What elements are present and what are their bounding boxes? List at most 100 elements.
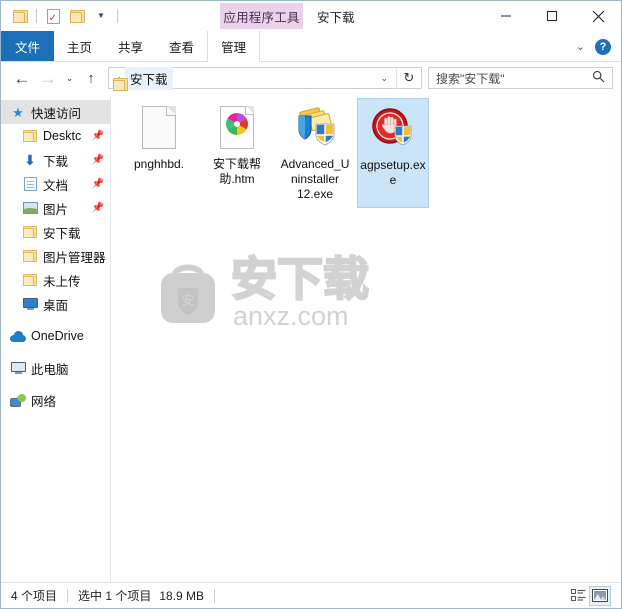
folder-icon (21, 130, 39, 142)
documents-icon (21, 177, 39, 191)
sidebar-item-downloads[interactable]: ⬇ 下载 📌 (1, 148, 110, 172)
sidebar-item-label: 图片管理器 (43, 250, 106, 265)
status-bar: 4 个项目 选中 1 个项目 18.9 MB (1, 582, 621, 608)
sidebar-item-documents[interactable]: 文档 📌 (1, 172, 110, 196)
blank-document-icon (142, 102, 176, 152)
sidebar-item-not-uploaded[interactable]: 未上传 (1, 268, 110, 292)
watermark-domain: anxz.com (233, 301, 349, 331)
pin-icon: 📌 (91, 202, 104, 214)
network-icon (9, 391, 28, 407)
close-icon[interactable] (575, 1, 621, 31)
contextual-tab-group: 应用程序工具 (220, 3, 303, 29)
sidebar-gap-2 (1, 348, 110, 356)
sidebar-item-label: Desktc (43, 129, 82, 143)
up-arrow-icon: ↑ (87, 69, 95, 87)
this-pc-icon (9, 362, 27, 374)
file-item[interactable]: pnghhbd. (123, 98, 195, 208)
item-count: 4 个项目 (11, 589, 58, 603)
properties-icon[interactable]: ✓ (42, 5, 64, 27)
sidebar-item-anxiazai[interactable]: 安下载 (1, 220, 110, 244)
new-folder-icon[interactable] (66, 5, 88, 27)
title-bar: ✓ ▼ 应用程序工具 安下载 (1, 1, 621, 31)
tab-file[interactable]: 文件 (1, 31, 55, 62)
maximize-icon[interactable] (529, 1, 575, 31)
advanced-uninstaller-icon (293, 102, 337, 152)
back-arrow-icon: ← (13, 68, 31, 88)
file-explorer-window: ✓ ▼ 应用程序工具 安下载 文件 主页 共享 查看 管理 ⌄ ? ← → ⌄ … (0, 0, 622, 609)
sidebar-item-desktop-pinned[interactable]: Desktc 📌 (1, 124, 110, 148)
recent-locations-button[interactable]: ⌄ (61, 65, 78, 91)
search-box[interactable]: 搜索"安下载" (428, 67, 613, 89)
tab-view[interactable]: 查看 (156, 31, 207, 62)
sidebar-item-label: OneDrive (31, 329, 84, 343)
selection-count: 选中 1 个项目 (78, 589, 152, 603)
ribbon-tab-bar: 文件 主页 共享 查看 管理 ⌄ ? (1, 31, 621, 62)
watermark-bag-icon: 安 (151, 255, 225, 329)
window-title: 安下载 (317, 10, 355, 25)
agpsetup-icon (371, 103, 415, 153)
pin-icon: 📌 (91, 130, 104, 142)
sidebar-item-onedrive[interactable]: OneDrive (1, 324, 110, 348)
sidebar-gap-1 (1, 316, 110, 324)
sidebar-item-label: 文档 (43, 178, 69, 193)
help-icon[interactable]: ? (595, 38, 611, 55)
contextual-tab-group-label: 应用程序工具 (223, 10, 300, 25)
file-name: pnghhbd. (133, 157, 185, 171)
qat-divider-2 (117, 9, 118, 23)
folder-icon (21, 226, 39, 238)
cloud-icon (9, 330, 27, 342)
minimize-icon[interactable] (483, 1, 529, 31)
large-icons-view-button[interactable] (589, 585, 611, 606)
sidebar-item-label: 网络 (31, 394, 57, 409)
download-icon: ⬇ (24, 152, 36, 168)
sidebar-item-label: 未上传 (43, 274, 81, 289)
address-dropdown-icon[interactable]: ⌄ (372, 73, 396, 84)
up-button[interactable]: ↑ (78, 65, 104, 91)
file-item[interactable]: Advanced_Uninstaller 12.exe (279, 98, 351, 208)
sidebar-item-label: 此电脑 (31, 362, 69, 377)
star-icon: ★ (12, 104, 24, 120)
sidebar-item-this-pc[interactable]: 此电脑 (1, 356, 110, 380)
folder-icon[interactable] (9, 5, 31, 27)
search-input[interactable]: 搜索"安下载" (429, 70, 592, 87)
address-field[interactable]: › 安下载 ⌄ ↻ (108, 66, 422, 91)
breadcrumb-current[interactable]: 安下载 (125, 66, 173, 90)
sidebar-item-desktop[interactable]: 桌面 (1, 292, 110, 316)
chevron-down-icon: ⌄ (65, 72, 74, 83)
sidebar-item-label: 桌面 (43, 298, 69, 313)
qat-divider (36, 9, 37, 23)
folder-icon (21, 274, 39, 286)
window-controls (483, 1, 621, 31)
sidebar-item-quick-access[interactable]: ★ 快速访问 (1, 100, 110, 124)
sidebar-item-picture-manager[interactable]: 图片管理器 (1, 244, 110, 268)
forward-button[interactable]: → (35, 65, 61, 91)
file-name: Advanced_Uninstaller 12.exe (280, 157, 350, 201)
tab-home[interactable]: 主页 (54, 31, 105, 62)
site-watermark: 安 安下载 anxz.com (151, 242, 451, 342)
watermark-text-block: 安下载 anxz.com (230, 249, 451, 336)
file-name: 安下载帮助.htm (212, 157, 261, 186)
sidebar-item-network[interactable]: 网络 (1, 388, 110, 412)
sidebar-item-label: 图片 (43, 202, 69, 217)
status-divider (67, 588, 69, 603)
pin-icon: 📌 (91, 154, 104, 166)
ribbon-right-controls: ⌄ ? (572, 31, 617, 62)
sidebar-item-pictures[interactable]: 图片 📌 (1, 196, 110, 220)
pictures-icon (21, 202, 39, 214)
watermark-shield-char: 安 (181, 293, 194, 308)
back-button[interactable]: ← (9, 65, 35, 91)
file-list-pane[interactable]: pnghhbd. 安下载帮助.htm Advanced_Uninstaller … (111, 94, 621, 582)
refresh-icon[interactable]: ↻ (396, 67, 421, 89)
details-view-button[interactable] (567, 586, 589, 606)
tab-share[interactable]: 共享 (105, 31, 156, 62)
watermark-brand: 安下载 (231, 253, 369, 305)
chevron-down-icon[interactable]: ⌄ (572, 40, 589, 53)
sidebar-item-label: 快速访问 (31, 106, 82, 121)
sidebar-item-label: 安下载 (43, 226, 81, 241)
sidebar-item-label: 下载 (43, 154, 69, 169)
tab-manage[interactable]: 管理 (207, 31, 261, 62)
file-item-selected[interactable]: agpsetup.exe (357, 98, 429, 208)
file-item[interactable]: 安下载帮助.htm (201, 98, 273, 208)
address-bar: ← → ⌄ ↑ › 安下载 ⌄ ↻ 搜索"安下载" (1, 62, 621, 94)
customize-qat-caret[interactable]: ▼ (90, 5, 112, 27)
